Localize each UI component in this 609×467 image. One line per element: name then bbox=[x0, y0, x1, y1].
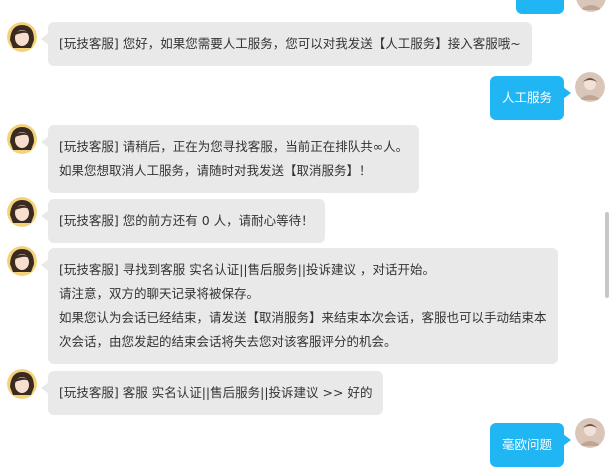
message-text: 如果您认为会话已经结束，请发送【取消服务】来结束本次会话，客服也可以手动结束本 bbox=[59, 310, 547, 325]
message-text: 毫欧问题 bbox=[501, 437, 552, 452]
user-message-bubble: 毫欧问题 bbox=[490, 423, 571, 467]
message-text: [玩技客服] 客服 实名认证||售后服务||投诉建议 >> 好的 bbox=[59, 385, 373, 400]
scrollbar-thumb[interactable] bbox=[605, 212, 609, 298]
scrollbar-track[interactable] bbox=[605, 0, 609, 455]
agent-avatar-icon bbox=[7, 22, 37, 52]
message-text: 次会话，由您发起的结束会话将失去您对该客服评分的机会。 bbox=[59, 334, 397, 349]
message-text: [玩技客服] 寻找到客服 实名认证||售后服务||投诉建议 ，对话开始。 bbox=[59, 262, 436, 277]
message-text: [玩技客服] 您好，如果您需要人工服务，您可以对我发送【人工服务】接入客服哦~ bbox=[59, 36, 521, 51]
user-message-bubble: 人工服务 bbox=[490, 76, 571, 120]
agent-message-bubble: [玩技客服] 客服 实名认证||售后服务||投诉建议 >> 好的 bbox=[40, 371, 384, 415]
agent-avatar-icon bbox=[7, 369, 37, 399]
user-avatar-icon bbox=[576, 0, 606, 12]
agent-message-bubble: [玩技客服] 您的前方还有 0 人，请耐心等待！ bbox=[41, 199, 325, 243]
user-avatar-icon bbox=[575, 72, 605, 102]
message-text: [玩技客服] 请稍后，正在为您寻找客服，当前正在排队共∞人。 bbox=[59, 139, 409, 154]
agent-avatar-icon bbox=[7, 197, 37, 227]
user-avatar-icon bbox=[575, 418, 605, 448]
agent-message-bubble: [玩技客服] 您好，如果您需要人工服务，您可以对我发送【人工服务】接入客服哦~ bbox=[41, 22, 532, 66]
agent-avatar-icon bbox=[7, 124, 37, 154]
agent-avatar-icon bbox=[7, 246, 37, 276]
message-text: 人工服务 bbox=[501, 90, 552, 105]
message-text: 请注意，双方的聊天记录将被保存。 bbox=[59, 286, 260, 301]
agent-message-bubble: [玩技客服] 请稍后，正在为您寻找客服，当前正在排队共∞人。 如果您想取消人工服… bbox=[40, 125, 420, 193]
message-text: [玩技客服] 您的前方还有 0 人，请耐心等待！ bbox=[59, 213, 314, 228]
user-message-bubble-partial bbox=[516, 0, 571, 14]
message-text: 如果您想取消人工服务，请随时对我发送【取消服务】！ bbox=[59, 163, 372, 178]
agent-message-bubble: [玩技客服] 寻找到客服 实名认证||售后服务||投诉建议 ，对话开始。 请注意… bbox=[41, 248, 558, 364]
